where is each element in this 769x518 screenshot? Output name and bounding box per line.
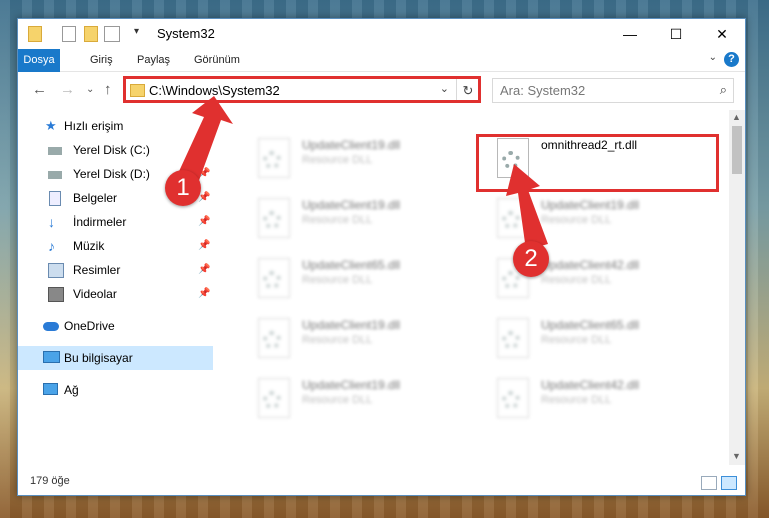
arrow-2 [506, 164, 548, 250]
callout-1: 1 [165, 170, 201, 206]
instruction-arrows [175, 96, 548, 250]
callout-2: 2 [513, 241, 549, 277]
